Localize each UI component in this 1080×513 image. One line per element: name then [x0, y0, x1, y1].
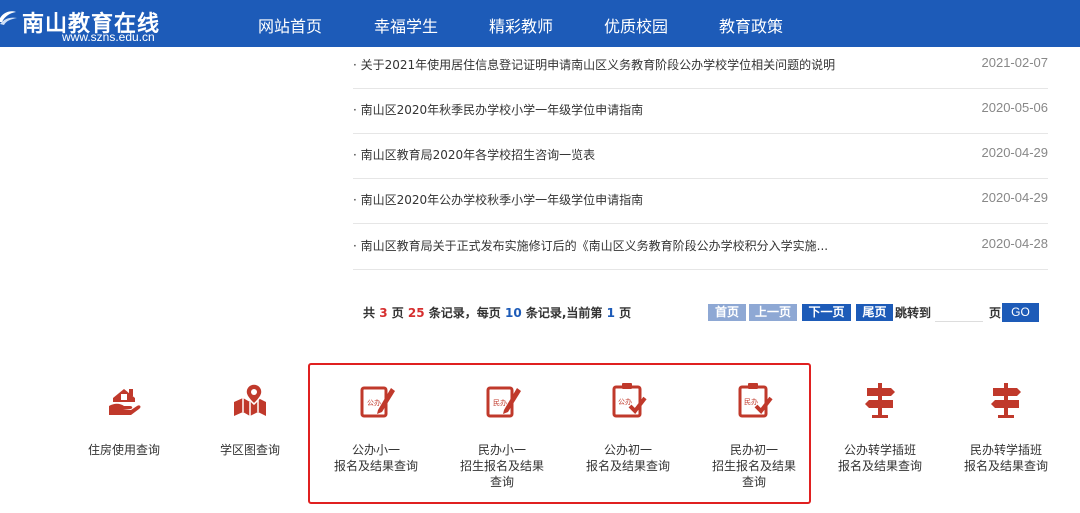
- svg-text:公办: 公办: [618, 397, 632, 406]
- service-label: 民办小一 招生报名及结果 查询: [459, 443, 544, 489]
- jump-label: 跳转到: [895, 306, 932, 320]
- total-records: 25: [407, 306, 425, 320]
- news-date: 2020-05-06: [981, 100, 1049, 115]
- news-item[interactable]: · 关于2021年使用居住信息登记证明申请南山区义务教育阶段公办学校学位相关问题…: [353, 44, 1048, 89]
- next-page-button[interactable]: 下一页: [802, 304, 851, 321]
- svg-text:民办: 民办: [744, 397, 758, 406]
- total-pages: 3: [379, 306, 388, 320]
- site-header: 南山教育在线 www.szns.edu.cn 网站首页 幸福学生 精彩教师 优质…: [0, 0, 1080, 47]
- news-title[interactable]: · 南山区教育局关于正式发布实施修订后的《南山区义务教育阶段公办学校积分入学实施…: [353, 237, 828, 254]
- page-unit-label: 页: [989, 306, 1002, 320]
- service-label: 公办初一 报名及结果查询: [585, 443, 670, 473]
- news-title[interactable]: · 关于2021年使用居住信息登记证明申请南山区义务教育阶段公办学校学位相关问题…: [353, 56, 835, 73]
- nav-home[interactable]: 网站首页: [258, 13, 322, 37]
- service-label: 公办小一 报名及结果查询: [333, 443, 418, 473]
- pager-summary: 共 3 页 25 条记录，每页 10 条记录,当前第 1 页: [363, 306, 632, 320]
- svg-text:民办: 民办: [493, 398, 507, 407]
- news-title[interactable]: · 南山区2020年公办学校秋季小学一年级学位申请指南: [353, 191, 643, 208]
- private-junior-icon: 民办: [738, 383, 773, 418]
- go-button[interactable]: GO: [1002, 303, 1039, 322]
- news-item[interactable]: · 南山区教育局关于正式发布实施修订后的《南山区义务教育阶段公办学校积分入学实施…: [353, 225, 1048, 270]
- house-hand-icon: [109, 389, 141, 415]
- news-date: 2020-04-29: [981, 190, 1049, 205]
- signpost-icon: [991, 383, 1021, 418]
- news-title[interactable]: · 南山区2020年秋季民办学校小学一年级学位申请指南: [353, 101, 643, 118]
- news-date: 2020-04-28: [981, 236, 1049, 251]
- news-item[interactable]: · 南山区教育局2020年各学校招生咨询一览表 2020-04-29: [353, 134, 1048, 179]
- nav-teachers[interactable]: 精彩教师: [489, 13, 553, 37]
- news-title[interactable]: · 南山区教育局2020年各学校招生咨询一览表: [353, 146, 595, 163]
- signpost-icon: [865, 383, 895, 418]
- news-date: 2020-04-29: [981, 145, 1049, 160]
- logo-swirl-icon: [0, 11, 17, 25]
- first-page-button[interactable]: 首页: [708, 304, 746, 321]
- jump-page-input[interactable]: [935, 302, 983, 322]
- svg-text:公办: 公办: [367, 398, 381, 407]
- public-junior-icon: 公办: [612, 383, 647, 418]
- news-item[interactable]: · 南山区2020年公办学校秋季小学一年级学位申请指南 2020-04-29: [353, 179, 1048, 224]
- map-pin-icon: [234, 383, 266, 416]
- site-url: www.szns.edu.cn: [62, 30, 155, 44]
- nav-campus[interactable]: 优质校园: [604, 13, 668, 37]
- last-page-button[interactable]: 尾页: [856, 304, 893, 321]
- news-date: 2021-02-07: [981, 55, 1049, 70]
- nav-policy[interactable]: 教育政策: [719, 13, 783, 37]
- prev-page-button[interactable]: 上一页: [749, 304, 797, 321]
- private-primary-icon: 民办: [486, 386, 521, 418]
- service-label: 学区图查询: [219, 443, 280, 457]
- current-page: 1: [606, 306, 615, 320]
- service-label: 民办初一 招生报名及结果 查询: [711, 443, 796, 489]
- nav-students[interactable]: 幸福学生: [374, 13, 438, 37]
- service-label: 住房使用查询: [87, 443, 160, 457]
- service-label: 公办转学插班 报名及结果查询: [837, 443, 922, 473]
- public-primary-icon: 公办: [360, 386, 395, 418]
- news-item[interactable]: · 南山区2020年秋季民办学校小学一年级学位申请指南 2020-05-06: [353, 89, 1048, 134]
- per-page: 10: [504, 306, 522, 320]
- service-label: 民办转学插班 报名及结果查询: [963, 443, 1048, 473]
